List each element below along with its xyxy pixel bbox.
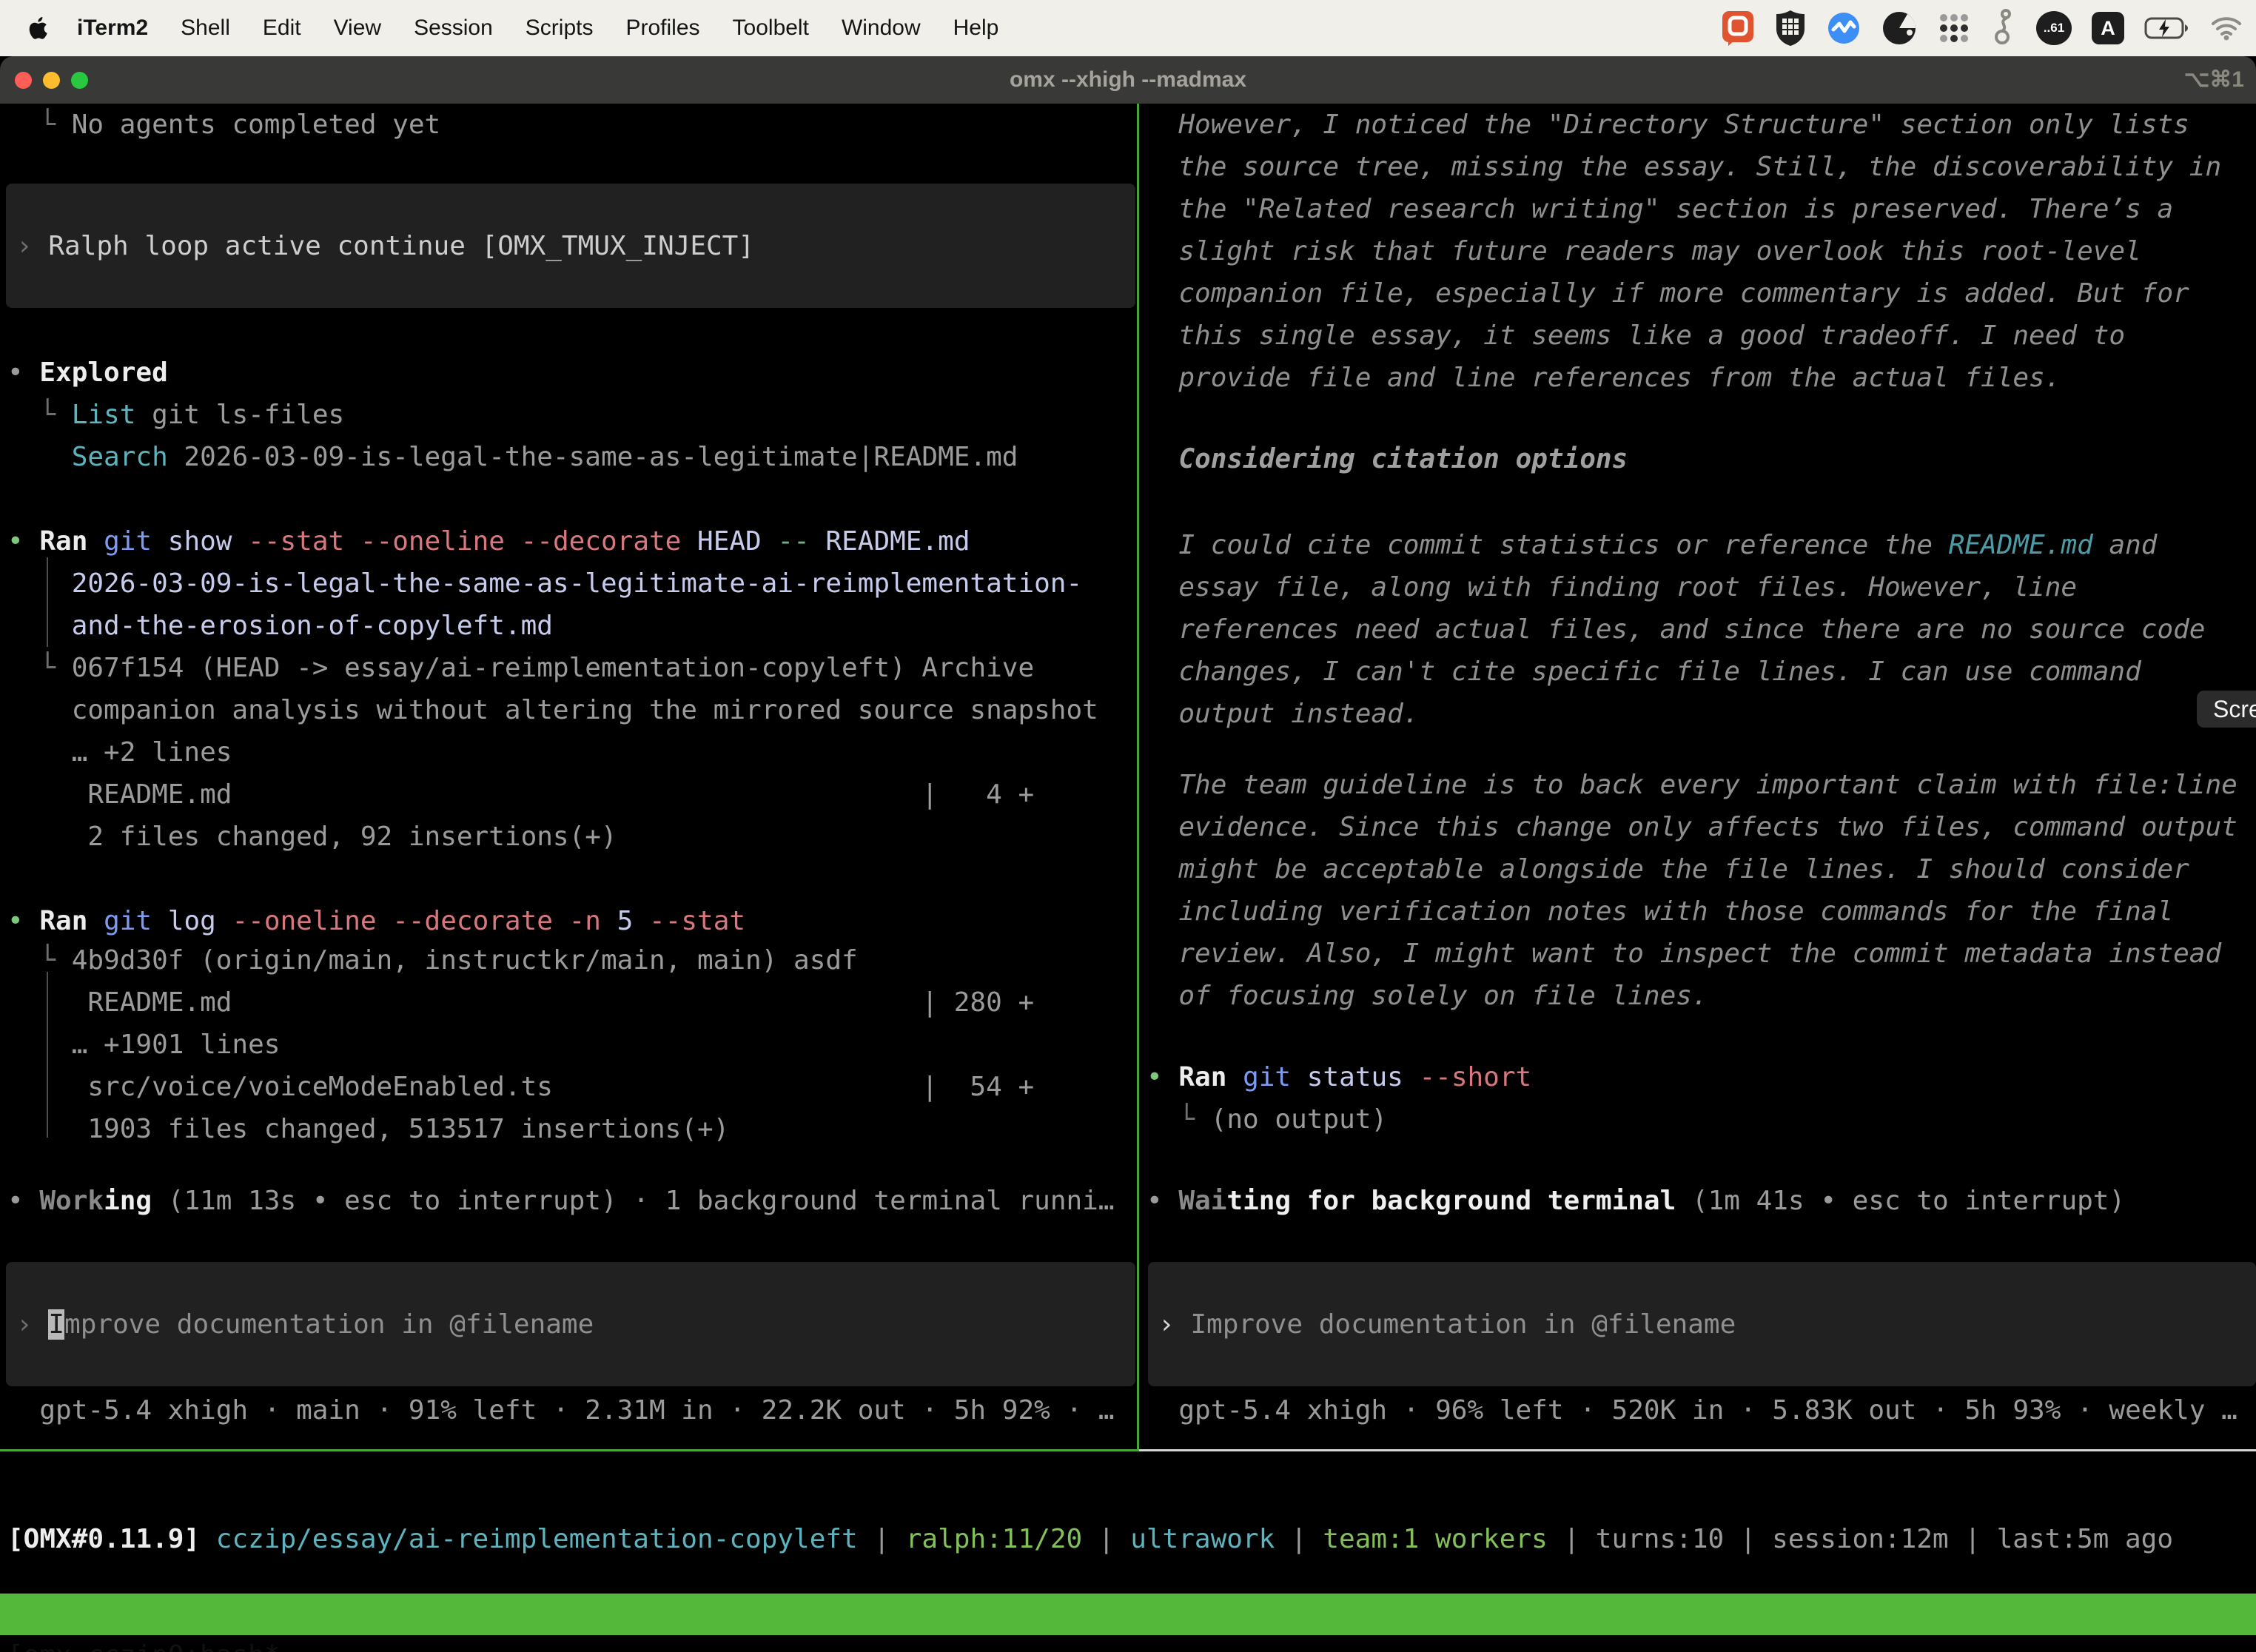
assistant-a-icon[interactable]: A: [2092, 12, 2124, 44]
input-placeholder-text: Improve documentation in @filename: [1190, 1309, 1736, 1340]
terminal-line: and-the-erosion-of-copyleft.md: [7, 605, 553, 647]
figure-icon[interactable]: [1991, 10, 2016, 46]
terminal-line: … +1901 lines: [7, 1024, 280, 1066]
ralph-loop-text: Ralph loop active continue [OMX_TMUX_INJ…: [48, 231, 754, 261]
wifi-icon[interactable]: [2210, 10, 2243, 46]
battery-icon[interactable]: [2144, 10, 2190, 46]
prompt-chevron-icon: ›: [1158, 1309, 1190, 1340]
terminal-line: output instead.: [1147, 693, 1419, 735]
menu-items: iTerm2 Shell Edit View Session Scripts Profile…: [77, 16, 998, 41]
right-pane-bottom-border: [1139, 1449, 2256, 1451]
text-cursor: I: [48, 1309, 64, 1340]
left-command-input[interactable]: › Improve documentation in @filename: [6, 1262, 1135, 1386]
counter-badge-icon[interactable]: ..61: [2036, 11, 2072, 45]
terminal-line: the source tree, missing the essay. Stil…: [1147, 146, 2221, 188]
terminal-line: └ No agents completed yet: [7, 104, 440, 146]
window-shortcut-badge: ⌥⌘1: [2184, 56, 2244, 104]
terminal-line: src/voice/voiceModeEnabled.ts | 54 +: [7, 1066, 1034, 1108]
tmux-session-label: [omx-cczip0:bash*: [7, 1635, 280, 1652]
menu-scripts[interactable]: Scripts: [526, 16, 594, 41]
terminal-line: 1903 files changed, 513517 insertions(+): [7, 1108, 729, 1150]
terminal-line: including verification notes with those …: [1147, 890, 2173, 933]
terminal-line: • Explored: [7, 352, 168, 394]
menu-edit[interactable]: Edit: [263, 16, 301, 41]
input-placeholder-text: mprove documentation in @filename: [64, 1309, 594, 1340]
terminal-line: the "Related research writing" section i…: [1147, 188, 2173, 230]
terminal-line: └ List git ls-files: [7, 394, 344, 436]
apple-menu-icon[interactable]: [27, 16, 49, 41]
window-title-bar[interactable]: omx --xhigh --madmax ⌥⌘1: [0, 56, 2256, 104]
terminal-line: slight risk that future readers may over…: [1147, 230, 2141, 272]
shield-grid-icon[interactable]: [1775, 10, 1806, 46]
right-command-input[interactable]: › Improve documentation in @filename: [1148, 1262, 2256, 1386]
menu-session[interactable]: Session: [414, 16, 493, 41]
terminal-line: README.md | 280 +: [7, 981, 1034, 1024]
terminal-line: … +2 lines: [7, 731, 232, 773]
terminal-line: might be acceptable alongside the file l…: [1147, 848, 2189, 890]
menubar-status-icons: ..61 A: [1721, 10, 2256, 46]
prompt-chevron-icon: ›: [16, 231, 48, 261]
terminal-line: 2 files changed, 92 insertions(+): [7, 816, 617, 858]
menu-help[interactable]: Help: [953, 16, 999, 41]
macos-menu-bar: iTerm2 Shell Edit View Session Scripts Profile…: [0, 0, 2256, 56]
terminal-line: companion file, especially if more comme…: [1147, 272, 2189, 315]
terminal-line: 2026-03-09-is-legal-the-same-as-legitima…: [7, 563, 1082, 605]
menu-toolbelt[interactable]: Toolbelt: [733, 16, 809, 41]
terminal-line: • Ran git show --stat --oneline --decora…: [7, 520, 970, 563]
window-title: omx --xhigh --madmax: [0, 56, 2256, 104]
blue-bolt-icon[interactable]: [1826, 10, 1861, 46]
terminal-line: essay file, along with finding root file…: [1147, 566, 2077, 608]
terminal-line: • Ran git log --oneline --decorate -n 5 …: [7, 900, 745, 942]
terminal-line: changes, I can't cite specific file line…: [1147, 651, 2141, 693]
terminal-line: └ 4b9d30f (origin/main, instructkr/main,…: [7, 939, 858, 981]
terminal-line: of focusing solely on file lines.: [1147, 975, 1708, 1017]
iterm-window: omx --xhigh --madmax ⌥⌘1 › Ralph loop ac…: [0, 56, 2256, 1652]
menu-iterm2[interactable]: iTerm2: [77, 16, 148, 41]
chat-bubble-icon[interactable]: [1721, 10, 1755, 46]
terminal-line: I could cite commit statistics or refere…: [1147, 524, 2157, 566]
terminal-line: this single essay, it seems like a good …: [1147, 315, 2125, 357]
terminal-line: However, I noticed the "Directory Struct…: [1147, 104, 2189, 146]
tmux-status-bar: [omx-cczip0:bash* "MacBook-Pro-44.local"…: [0, 1594, 2256, 1635]
left-pane-bottom-border: [0, 1449, 1139, 1451]
dots-grid-icon[interactable]: [1937, 10, 1971, 46]
screen: iTerm2 Shell Edit View Session Scripts Profile…: [0, 0, 2256, 1652]
screen-share-tooltip: Scre: [2197, 691, 2256, 728]
terminal-area: › Ralph loop active continue [OMX_TMUX_I…: [0, 104, 2256, 1652]
terminal-line: references need actual files, and since …: [1147, 608, 2205, 651]
terminal-line: Search 2026-03-09-is-legal-the-same-as-l…: [7, 436, 1018, 478]
menu-window[interactable]: Window: [842, 16, 921, 41]
terminal-line: review. Also, I might want to inspect th…: [1147, 933, 2221, 975]
menu-profiles[interactable]: Profiles: [625, 16, 699, 41]
ralph-loop-input-box[interactable]: › Ralph loop active continue [OMX_TMUX_I…: [6, 184, 1135, 308]
menu-view[interactable]: View: [334, 16, 381, 41]
prompt-chevron-icon: ›: [16, 1309, 48, 1340]
omx-status-bar: [OMX#0.11.9] cczip/essay/ai-reimplementa…: [7, 1518, 2173, 1560]
terminal-line: gpt-5.4 xhigh · main · 91% left · 2.31M …: [7, 1389, 1115, 1431]
terminal-line: • Working (11m 13s • esc to interrupt) ·…: [7, 1180, 1115, 1222]
terminal-line: └ (no output): [1147, 1098, 1387, 1141]
terminal-line: README.md | 4 +: [7, 773, 1034, 816]
terminal-line: └ 067f154 (HEAD -> essay/ai-reimplementa…: [7, 647, 1034, 689]
terminal-line: • Waiting for background terminal (1m 41…: [1147, 1180, 2125, 1222]
terminal-line: gpt-5.4 xhigh · 96% left · 520K in · 5.8…: [1147, 1389, 2237, 1431]
terminal-line: • Ran git status --short: [1147, 1056, 1531, 1098]
terminal-line: provide file and line references from th…: [1147, 357, 2061, 399]
pane-divider[interactable]: [1137, 104, 1139, 1451]
terminal-line: The team guideline is to back every impo…: [1147, 764, 2237, 806]
pie-circle-icon[interactable]: [1881, 10, 1917, 46]
terminal-line: companion analysis without altering the …: [7, 689, 1098, 731]
left-terminal-pane[interactable]: › Ralph loop active continue [OMX_TMUX_I…: [0, 104, 1137, 1451]
menu-shell[interactable]: Shell: [181, 16, 230, 41]
terminal-line: evidence. Since this change only affects…: [1147, 806, 2237, 848]
terminal-line: Considering citation options: [1147, 438, 1628, 480]
right-terminal-pane[interactable]: › Improve documentation in @filename How…: [1139, 104, 2256, 1451]
